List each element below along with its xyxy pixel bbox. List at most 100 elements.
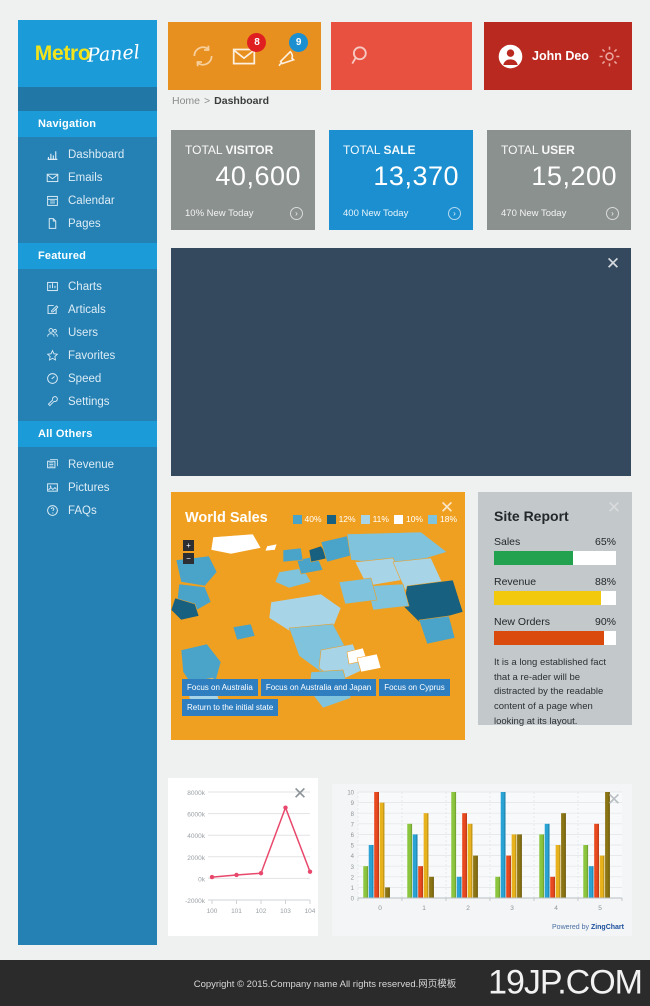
refresh-icon[interactable] — [190, 43, 216, 69]
world-sales-panel: ✕ World Sales 40% 12% 11% 10% 18% + − Fo… — [171, 492, 465, 740]
close-icon[interactable]: ✕ — [605, 255, 621, 272]
legend-item: 12% — [326, 514, 356, 524]
sidebar-item-label: Speed — [68, 372, 102, 385]
close-icon[interactable]: ✕ — [292, 785, 308, 802]
site-report-panel: ✕ Site Report Sales 65% Revenue 88% New … — [478, 492, 632, 727]
map-button-focus-cyprus[interactable]: Focus on Cyprus — [379, 679, 450, 696]
search-panel[interactable] — [331, 22, 472, 90]
tile-total-sale[interactable]: TOTAL SALE 13,370 400 New Today › — [329, 130, 473, 230]
svg-text:0: 0 — [378, 905, 382, 912]
sidebar-item-pages[interactable]: Pages — [18, 212, 157, 235]
svg-text:10: 10 — [347, 791, 354, 797]
report-percent: 65% — [594, 536, 616, 548]
svg-text:2: 2 — [351, 875, 355, 881]
bell-badge: 9 — [289, 33, 309, 52]
sidebar-item-calendar[interactable]: Calendar — [18, 189, 157, 212]
sidebar-item-users[interactable]: Users — [18, 321, 157, 344]
legend-item: 40% — [292, 514, 322, 524]
map-button-reset[interactable]: Return to the initial state — [182, 699, 279, 716]
sidebar-item-label: Pictures — [68, 481, 110, 494]
breadcrumb-home[interactable]: Home — [172, 95, 200, 107]
tile-subtext: 400 New Today — [343, 208, 409, 219]
map-action-buttons: Focus on Australia Focus on Australia an… — [182, 679, 458, 716]
svg-text:4000k: 4000k — [187, 833, 205, 840]
sidebar-item-label: Pages — [68, 217, 101, 230]
svg-text:104: 104 — [305, 908, 316, 915]
map-button-focus-australia[interactable]: Focus on Australia — [182, 679, 258, 696]
sidebar-item-faqs[interactable]: FAQs — [18, 499, 157, 522]
logo-script: Panel — [86, 40, 141, 67]
gear-icon[interactable] — [597, 44, 622, 69]
chevron-right-icon[interactable]: › — [290, 207, 303, 220]
tile-footer: 400 New Today › — [343, 207, 461, 220]
report-percent: 90% — [594, 616, 616, 628]
bar-chart-icon — [46, 148, 59, 161]
sidebar-item-articals[interactable]: Articals — [18, 298, 157, 321]
zoom-in-button[interactable]: + — [183, 540, 194, 551]
sidebar-item-dashboard[interactable]: Dashboard — [18, 143, 157, 166]
progress-bar-sales — [494, 551, 616, 565]
calendar-icon — [46, 194, 59, 207]
svg-text:6: 6 — [351, 833, 355, 839]
svg-text:8: 8 — [351, 812, 355, 818]
progress-fill — [494, 591, 602, 605]
chevron-right-icon[interactable]: › — [448, 207, 461, 220]
speedometer-icon — [46, 372, 59, 385]
sidebar-list-all-others: Revenue Pictures FAQs — [18, 447, 157, 530]
logo-text: Metro — [34, 41, 91, 65]
tile-total-visitor[interactable]: TOTAL VISITOR 40,600 10% New Today › — [171, 130, 315, 230]
sidebar-item-pictures[interactable]: Pictures — [18, 476, 157, 499]
svg-text:100: 100 — [207, 908, 218, 915]
dashboard-page: Metro Panel Navigation Dashboard Emails C… — [0, 0, 650, 1006]
tile-total-user[interactable]: TOTAL USER 15,200 470 New Today › — [487, 130, 631, 230]
breadcrumb-separator: > — [204, 95, 211, 107]
bar-chart[interactable]: 0 1 2 3 4 5 6 7 8 9 10 0 1 2 3 4 5 — [332, 784, 632, 924]
tile-subtext: 470 New Today — [501, 208, 567, 219]
sidebar-item-favorites[interactable]: Favorites — [18, 344, 157, 367]
sidebar-list-featured: Charts Articals Users Favorites Speed Se… — [18, 269, 157, 421]
sidebar-item-speed[interactable]: Speed — [18, 367, 157, 390]
report-label: Revenue — [494, 576, 537, 588]
svg-text:4: 4 — [351, 854, 355, 860]
sidebar-item-label: FAQs — [68, 504, 97, 517]
report-row-revenue: Revenue 88% — [494, 576, 616, 588]
legend-item: 18% — [427, 514, 457, 524]
search-icon[interactable] — [349, 43, 375, 69]
question-circle-icon — [46, 504, 59, 517]
sidebar-item-label: Articals — [68, 303, 106, 316]
bar-chart-panel: ✕ 0 1 2 3 4 5 6 7 8 9 10 0 1 2 3 4 5 Powered by ZingChar… — [332, 784, 632, 936]
sidebar-item-settings[interactable]: Settings — [18, 390, 157, 413]
sidebar-item-charts[interactable]: Charts — [18, 275, 157, 298]
legend-swatch — [427, 514, 437, 524]
legend-label: 18% — [439, 514, 457, 524]
mail-badge: 8 — [247, 33, 267, 52]
notifications-icon-button[interactable]: 9 — [273, 33, 309, 69]
close-icon[interactable]: ✕ — [606, 499, 622, 516]
avatar-icon — [497, 43, 524, 70]
legend-item: 10% — [393, 514, 423, 524]
sidebar-item-emails[interactable]: Emails — [18, 166, 157, 189]
stat-tiles: TOTAL VISITOR 40,600 10% New Today › TOT… — [171, 130, 631, 230]
sidebar-item-label: Calendar — [68, 194, 115, 207]
legend-item: 11% — [360, 514, 389, 524]
svg-text:101: 101 — [231, 908, 242, 915]
chevron-right-icon[interactable]: › — [606, 207, 619, 220]
progress-bar-revenue — [494, 591, 616, 605]
tile-label: TOTAL SALE — [343, 143, 416, 157]
user-panel[interactable]: John Deo — [484, 22, 632, 90]
zoom-out-button[interactable]: − — [183, 553, 194, 564]
panel-title: Site Report — [494, 508, 569, 524]
footer: Copyright © 2015.Company name All rights… — [0, 960, 650, 1006]
tile-label: TOTAL USER — [501, 143, 575, 157]
close-icon[interactable]: ✕ — [606, 791, 622, 808]
star-icon — [46, 349, 59, 362]
svg-text:3: 3 — [351, 865, 355, 871]
messages-icon-button[interactable]: 8 — [231, 33, 267, 69]
sidebar-item-revenue[interactable]: Revenue — [18, 453, 157, 476]
report-percent: 88% — [594, 576, 616, 588]
map-zoom-controls: + − — [183, 540, 194, 564]
logo[interactable]: Metro Panel — [18, 20, 157, 87]
legend-swatch — [326, 514, 336, 524]
svg-text:-2000k: -2000k — [185, 898, 206, 905]
map-button-focus-australia-japan[interactable]: Focus on Australia and Japan — [260, 679, 377, 696]
